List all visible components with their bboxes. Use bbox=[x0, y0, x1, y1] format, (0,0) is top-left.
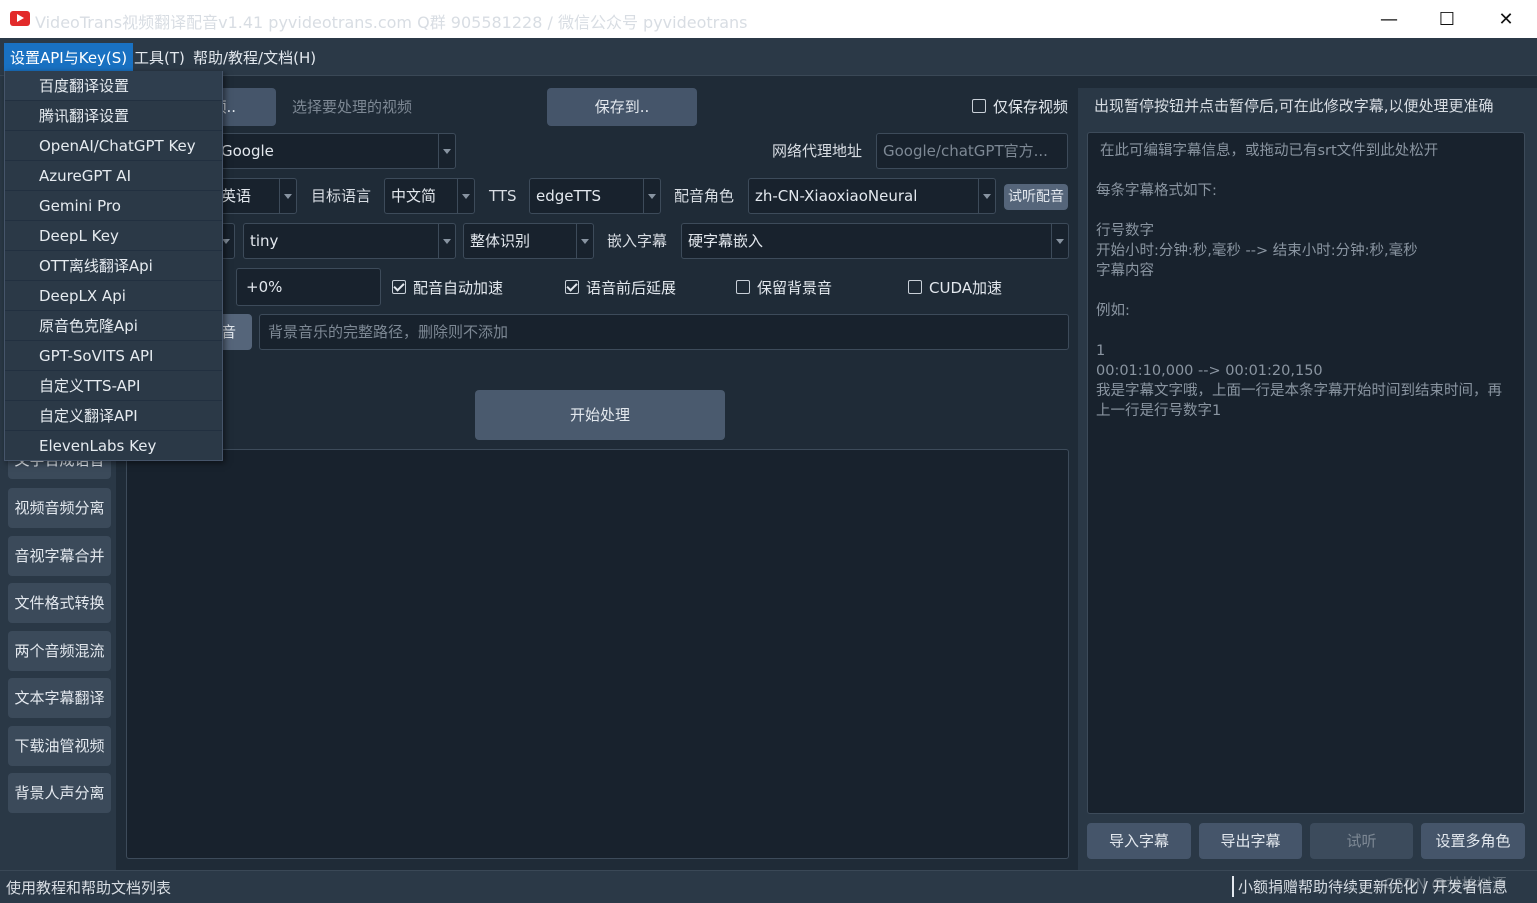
editor-line: 00:01:10,000 --> 00:01:20,150 bbox=[1096, 363, 1323, 379]
cuda-checkbox[interactable]: CUDA加速 bbox=[908, 277, 1002, 297]
tts-label: TTS bbox=[489, 187, 517, 205]
checkbox-box bbox=[908, 280, 922, 294]
sidebar-item-vocal-separation[interactable]: 背景人声分离 bbox=[8, 773, 111, 813]
editor-line: 字幕内容 bbox=[1096, 263, 1154, 279]
menu-item-deeplx-api[interactable]: DeepLX Api bbox=[5, 281, 222, 311]
export-subtitle-button[interactable]: 导出字幕 bbox=[1199, 823, 1302, 859]
sidebar-item-format-convert[interactable]: 文件格式转换 bbox=[8, 583, 111, 623]
sidebar-item-video-audio-split[interactable]: 视频音频分离 bbox=[8, 488, 111, 528]
import-subtitle-button[interactable]: 导入字幕 bbox=[1087, 823, 1191, 859]
recognition-mode-select[interactable]: 整体识别 bbox=[463, 223, 594, 259]
chevron-down-icon bbox=[279, 179, 296, 213]
keep-background-checkbox[interactable]: 保留背景音 bbox=[736, 277, 832, 297]
minimize-button[interactable]: — bbox=[1360, 0, 1418, 38]
maximize-button[interactable]: ☐ bbox=[1418, 0, 1476, 38]
menu-item-azuregpt[interactable]: AzureGPT AI bbox=[5, 161, 222, 191]
subtitle-editor[interactable]: 在此可编辑字幕信息，或拖动已有srt文件到此处松开 每条字幕格式如下: 行号数字… bbox=[1087, 132, 1525, 814]
cuda-label: CUDA加速 bbox=[929, 278, 1003, 297]
sidebar-item-audio-mix[interactable]: 两个音频混流 bbox=[8, 631, 111, 671]
editor-line: 在此可编辑字幕信息，或拖动已有srt文件到此处松开 bbox=[1100, 143, 1439, 159]
start-button[interactable]: 开始处理 bbox=[475, 390, 725, 440]
editor-line: 我是字幕文字哦，上面一行是本条字幕开始时间到结束时间，再上一行是行号数字1 bbox=[1096, 383, 1502, 419]
model-select[interactable]: tiny bbox=[243, 223, 456, 259]
menu-help[interactable]: 帮助/教程/文档(H) bbox=[187, 43, 322, 73]
menu-item-gemini[interactable]: Gemini Pro bbox=[5, 191, 222, 221]
voice-extend-label: 语音前后延展 bbox=[586, 278, 677, 297]
window-title: VideoTrans视频翻译配音v1.41 pyvideotrans.com Q… bbox=[35, 13, 748, 32]
listen-button[interactable]: 试听 bbox=[1310, 823, 1413, 859]
target-language-value: 中文简 bbox=[391, 187, 437, 205]
checkbox-box bbox=[392, 280, 406, 294]
chevron-down-icon bbox=[1051, 224, 1068, 258]
embed-subtitle-label: 嵌入字幕 bbox=[607, 232, 668, 250]
menu-item-deepl-key[interactable]: DeepL Key bbox=[5, 221, 222, 251]
sidebar-item-av-subtitle-merge[interactable]: 音视字幕合并 bbox=[8, 536, 111, 576]
only-save-video-checkbox[interactable]: 仅保存视频 bbox=[972, 96, 1068, 116]
checkbox-box bbox=[736, 280, 750, 294]
menu-item-custom-tts-api[interactable]: 自定义TTS-API bbox=[5, 371, 222, 401]
menu-item-openai-key[interactable]: OpenAI/ChatGPT Key bbox=[5, 131, 222, 161]
embed-subtitle-select[interactable]: 硬字幕嵌入 bbox=[681, 223, 1069, 259]
editor-line: 每条字幕格式如下: bbox=[1096, 183, 1217, 199]
checkbox-box bbox=[972, 99, 986, 113]
chevron-down-icon bbox=[576, 224, 593, 258]
auto-speedup-checkbox[interactable]: 配音自动加速 bbox=[392, 277, 503, 297]
model-value: tiny bbox=[250, 232, 279, 250]
menu-item-elevenlabs-key[interactable]: ElevenLabs Key bbox=[5, 431, 222, 461]
log-area[interactable] bbox=[126, 449, 1069, 859]
target-language-label: 目标语言 bbox=[311, 187, 372, 205]
tts-select[interactable]: edgeTTS bbox=[529, 178, 661, 214]
editor-line: 开始小时:分钟:秒,毫秒 --> 结束小时:分钟:秒,毫秒 bbox=[1096, 243, 1418, 259]
menu-settings-api-key[interactable]: 设置API与Key(S) bbox=[4, 43, 134, 73]
proxy-label: 网络代理地址 bbox=[772, 142, 863, 160]
embed-subtitle-value: 硬字幕嵌入 bbox=[688, 232, 764, 250]
voice-extend-checkbox[interactable]: 语音前后延展 bbox=[565, 277, 676, 297]
help-docs-link[interactable]: 使用教程和帮助文档列表 bbox=[6, 877, 171, 898]
menu-item-custom-translate-api[interactable]: 自定义翻译API bbox=[5, 401, 222, 431]
voice-role-value: zh-CN-XiaoxiaoNeural bbox=[755, 187, 918, 205]
proxy-input[interactable]: Google/chatGPT官方... bbox=[876, 133, 1068, 169]
menu-tools[interactable]: 工具(T) bbox=[128, 43, 191, 73]
source-language-value: 英语 bbox=[221, 187, 252, 205]
multi-role-button[interactable]: 设置多角色 bbox=[1421, 823, 1525, 859]
voice-role-label: 配音角色 bbox=[674, 187, 735, 205]
checkbox-box bbox=[565, 280, 579, 294]
menu-item-clone-voice-api[interactable]: 原音色克隆Api bbox=[5, 311, 222, 341]
voice-role-select[interactable]: zh-CN-XiaoxiaoNeural bbox=[748, 178, 996, 214]
save-to-button[interactable]: 保存到.. bbox=[547, 88, 697, 126]
editor-line: 例如: bbox=[1096, 303, 1130, 319]
menu-item-gpt-sovits-api[interactable]: GPT-SoVITS API bbox=[5, 341, 222, 371]
bgm-path-input[interactable]: 背景音乐的完整路径，删除则不添加 bbox=[259, 314, 1069, 350]
auto-speedup-label: 配音自动加速 bbox=[413, 278, 504, 297]
chevron-down-icon bbox=[457, 179, 474, 213]
menu-item-baidu-translate[interactable]: 百度翻译设置 bbox=[5, 71, 222, 101]
menu-item-ott-api[interactable]: OTT离线翻译Api bbox=[5, 251, 222, 281]
chevron-down-icon bbox=[978, 179, 995, 213]
keep-background-label: 保留背景音 bbox=[757, 278, 833, 297]
chevron-down-icon bbox=[438, 224, 455, 258]
tts-value: edgeTTS bbox=[536, 187, 602, 205]
chevron-down-icon bbox=[438, 134, 455, 168]
recognition-mode-value: 整体识别 bbox=[470, 232, 531, 250]
close-button[interactable]: ✕ bbox=[1477, 0, 1535, 38]
app-logo-icon bbox=[10, 11, 30, 26]
only-save-video-label: 仅保存视频 bbox=[993, 97, 1069, 116]
editor-line: 行号数字 bbox=[1096, 223, 1154, 239]
voice-speed-input[interactable]: +0% bbox=[236, 268, 381, 306]
target-language-select[interactable]: 中文简 bbox=[384, 178, 475, 214]
translate-engine-value: Google bbox=[221, 142, 274, 160]
watermark: CSDN @林柏树源 bbox=[1384, 875, 1507, 893]
sidebar-item-subtitle-translate[interactable]: 文本字幕翻译 bbox=[8, 678, 111, 718]
chevron-down-icon bbox=[643, 179, 660, 213]
subtitle-edit-hint: 出现暂停按钮并点击暂停后,可在此修改字幕,以便处理更准确 bbox=[1094, 97, 1494, 115]
preview-voice-button[interactable]: 试听配音 bbox=[1004, 184, 1068, 210]
menu-item-tencent-translate[interactable]: 腾讯翻译设置 bbox=[5, 101, 222, 131]
editor-line: 1 bbox=[1096, 343, 1106, 359]
select-video-hint: 选择要处理的视频 bbox=[292, 98, 413, 116]
sidebar-item-youtube-download[interactable]: 下载油管视频 bbox=[8, 726, 111, 766]
